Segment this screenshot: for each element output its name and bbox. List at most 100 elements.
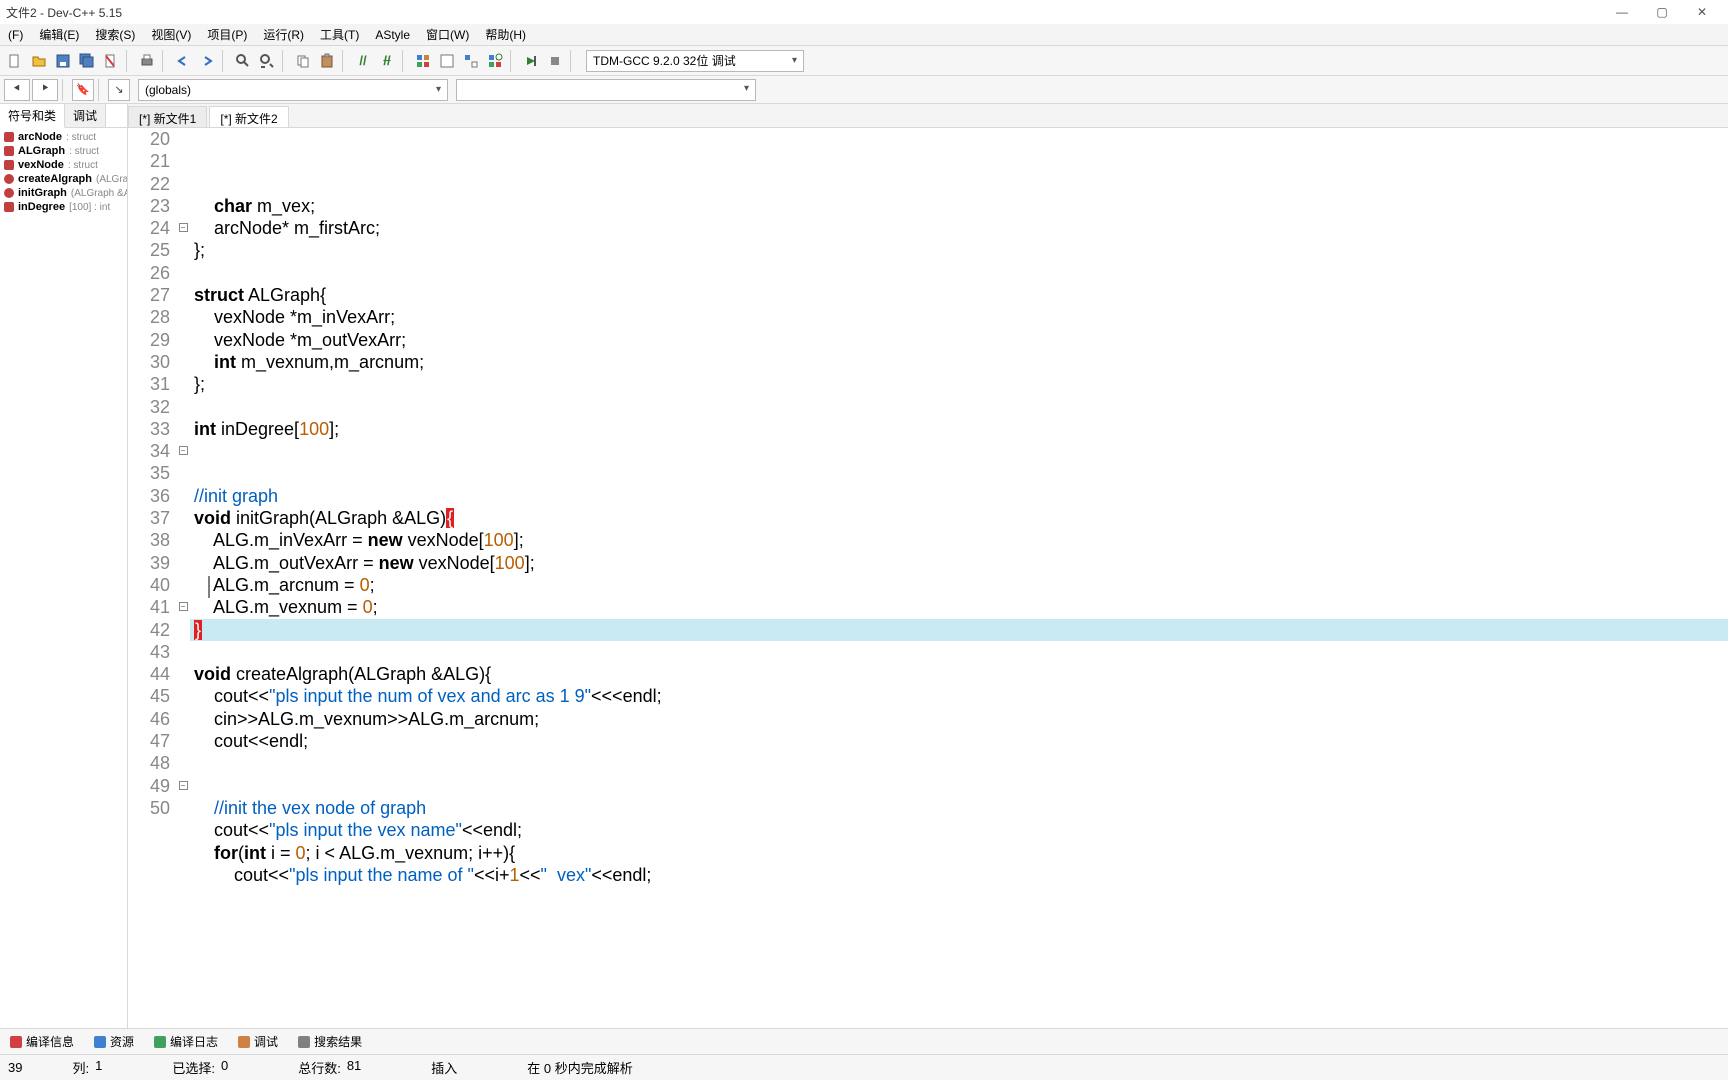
menu-item[interactable]: AStyle [369, 26, 416, 44]
new-file-button[interactable] [4, 50, 26, 72]
bookmark-toggle-button[interactable]: 🔖 [72, 79, 94, 101]
menu-item[interactable]: 工具(T) [314, 24, 365, 45]
rebuild-button[interactable] [484, 50, 506, 72]
comment-button[interactable]: // [352, 50, 374, 72]
tab-icon [94, 1036, 106, 1048]
symbol-item[interactable]: ALGraph: struct [0, 144, 127, 158]
code-line[interactable]: }; [190, 373, 1728, 395]
menu-item[interactable]: 帮助(H) [479, 24, 532, 45]
menu-item[interactable]: 编辑(E) [33, 24, 85, 45]
code-line[interactable]: cout<<"pls input the num of vex and arc … [190, 685, 1728, 707]
output-tab[interactable]: 编译日志 [148, 1031, 224, 1052]
redo-button[interactable] [196, 50, 218, 72]
save-button[interactable] [52, 50, 74, 72]
menu-item[interactable]: 运行(R) [257, 24, 310, 45]
code-line[interactable]: cout<<"pls input the name of "<<i+1<<" v… [190, 864, 1728, 886]
paste-button[interactable] [316, 50, 338, 72]
save-all-button[interactable] [76, 50, 98, 72]
window-title: 文件2 - Dev-C++ 5.15 [6, 4, 122, 21]
code-line[interactable] [190, 752, 1728, 774]
menu-item[interactable]: 视图(V) [145, 24, 197, 45]
goto-button[interactable]: ↘ [108, 79, 130, 101]
code-line[interactable]: struct ALGraph{ [190, 284, 1728, 306]
code-line[interactable]: } [190, 619, 1728, 641]
copy-button[interactable] [292, 50, 314, 72]
print-button[interactable] [136, 50, 158, 72]
code-line[interactable]: void initGraph(ALGraph &ALG){ [190, 507, 1728, 529]
editor-tab[interactable]: [*] 新文件1 [128, 106, 207, 127]
output-tab[interactable]: 调试 [232, 1031, 284, 1052]
code-line[interactable]: vexNode *m_outVexArr; [190, 329, 1728, 351]
code-line[interactable]: cout<<endl; [190, 730, 1728, 752]
undo-button[interactable] [172, 50, 194, 72]
code-line[interactable]: ALG.m_inVexArr = new vexNode[100]; [190, 529, 1728, 551]
code-line[interactable]: //init graph [190, 485, 1728, 507]
function-select[interactable] [456, 79, 756, 101]
symbol-item[interactable]: vexNode: struct [0, 158, 127, 172]
symbol-list: arcNode: structALGraph: structvexNode: s… [0, 128, 127, 1028]
status-total-value: 81 [347, 1058, 361, 1077]
code-line[interactable]: cin>>ALG.m_vexnum>>ALG.m_arcnum; [190, 708, 1728, 730]
code-line[interactable]: }; [190, 239, 1728, 261]
code-line[interactable]: vexNode *m_inVexArr; [190, 306, 1728, 328]
sidebar-tab-debug[interactable]: 调试 [65, 104, 106, 127]
symbol-icon [4, 132, 14, 142]
nav-forward-button[interactable]: ⯈ [32, 79, 58, 101]
code-line[interactable] [190, 262, 1728, 284]
tab-icon [238, 1036, 250, 1048]
code-line[interactable] [190, 396, 1728, 418]
code-line[interactable]: cout<<"pls input the vex name"<<endl; [190, 819, 1728, 841]
window-titlebar: 文件2 - Dev-C++ 5.15 — ▢ ✕ [0, 0, 1728, 24]
symbol-item[interactable]: inDegree[100] : int [0, 200, 127, 214]
code-line[interactable]: arcNode* m_firstArc; [190, 217, 1728, 239]
code-line[interactable] [190, 440, 1728, 462]
sidebar: 符号和类 调试 arcNode: structALGraph: structve… [0, 104, 128, 1028]
debug-button[interactable] [520, 50, 542, 72]
minimize-button[interactable]: — [1602, 2, 1642, 22]
code-line[interactable] [190, 775, 1728, 797]
code-line[interactable]: for(int i = 0; i < ALG.m_vexnum; i++){ [190, 842, 1728, 864]
code-line[interactable]: void createAlgraph(ALGraph &ALG){ [190, 663, 1728, 685]
code-line[interactable]: //init the vex node of graph [190, 797, 1728, 819]
compile-button[interactable] [412, 50, 434, 72]
close-button[interactable]: ✕ [1682, 2, 1722, 22]
uncomment-button[interactable]: // [376, 50, 398, 72]
code-line[interactable]: int inDegree[100]; [190, 418, 1728, 440]
code-line[interactable]: char m_vex; [190, 195, 1728, 217]
menu-item[interactable]: 窗口(W) [420, 24, 475, 45]
code-line[interactable]: ALG.m_outVexArr = new vexNode[100]; [190, 552, 1728, 574]
menu-item[interactable]: (F) [2, 26, 29, 44]
sidebar-tab-symbols[interactable]: 符号和类 [0, 104, 65, 128]
globals-select[interactable]: (globals) [138, 79, 448, 101]
compile-run-button[interactable] [460, 50, 482, 72]
replace-button[interactable] [256, 50, 278, 72]
code-line[interactable]: int m_vexnum,m_arcnum; [190, 351, 1728, 373]
close-file-button[interactable] [100, 50, 122, 72]
symbol-item[interactable]: initGraph(ALGraph &A [0, 186, 127, 200]
main-toolbar: // // TDM-GCC 9.2.0 32位 调试 [0, 46, 1728, 76]
compiler-select[interactable]: TDM-GCC 9.2.0 32位 调试 [586, 50, 804, 72]
symbol-icon [4, 188, 14, 198]
menu-item[interactable]: 搜索(S) [89, 24, 141, 45]
open-button[interactable] [28, 50, 50, 72]
menu-item[interactable]: 项目(P) [201, 24, 253, 45]
editor-tab[interactable]: [*] 新文件2 [209, 106, 288, 127]
code-line[interactable] [190, 462, 1728, 484]
code-line[interactable]: ALG.m_arcnum = 0; [190, 574, 1728, 596]
symbol-item[interactable]: arcNode: struct [0, 130, 127, 144]
symbol-item[interactable]: createAlgraph(ALGra [0, 172, 127, 186]
code-editor[interactable]: 2021222324252627282930313233343536373839… [128, 128, 1728, 1028]
maximize-button[interactable]: ▢ [1642, 2, 1682, 22]
find-button[interactable] [232, 50, 254, 72]
code-line[interactable] [190, 641, 1728, 663]
status-insert-mode: 插入 [431, 1058, 457, 1077]
code-line[interactable]: ALG.m_vexnum = 0; [190, 596, 1728, 618]
output-tab[interactable]: 搜索结果 [292, 1031, 368, 1052]
nav-toolbar: ⯇ ⯈ 🔖 ↘ (globals) [0, 76, 1728, 104]
run-button[interactable] [436, 50, 458, 72]
nav-back-button[interactable]: ⯇ [4, 79, 30, 101]
editor-tabstrip: [*] 新文件1[*] 新文件2 [128, 104, 1728, 128]
output-tab[interactable]: 资源 [88, 1031, 140, 1052]
stop-button[interactable] [544, 50, 566, 72]
output-tab[interactable]: 编译信息 [4, 1031, 80, 1052]
